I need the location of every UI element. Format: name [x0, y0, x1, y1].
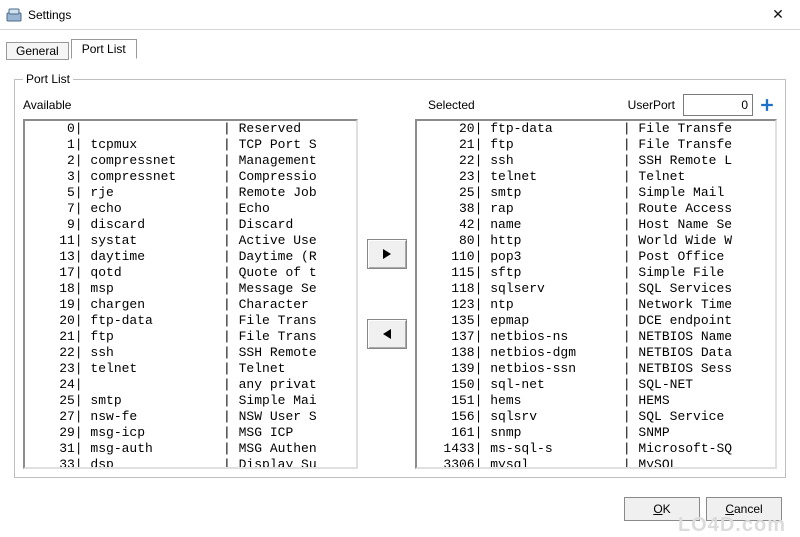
list-item[interactable]: 23| telnet | Telnet	[417, 169, 775, 185]
portlist-fieldset: Port List Available Selected UserPort 0|…	[14, 72, 786, 478]
list-item[interactable]: 123| ntp | Network Time	[417, 297, 775, 313]
cancel-button[interactable]: Cancel	[706, 497, 782, 521]
available-listbox[interactable]: 0| | Reserved 1| tcpmux | TCP Port S 2| …	[23, 119, 358, 469]
list-item[interactable]: 7| echo | Echo	[25, 201, 356, 217]
headers-row: Available Selected UserPort	[23, 94, 777, 116]
list-item[interactable]: 137| netbios-ns | NETBIOS Name	[417, 329, 775, 345]
add-to-selected-button[interactable]	[367, 239, 407, 269]
list-item[interactable]: 23| telnet | Telnet	[25, 361, 356, 377]
list-item[interactable]: 21| ftp | File Transfe	[417, 137, 775, 153]
list-item[interactable]: 139| netbios-ssn | NETBIOS Sess	[417, 361, 775, 377]
list-item[interactable]: 3| compressnet | Compressio	[25, 169, 356, 185]
list-item[interactable]: 9| discard | Discard	[25, 217, 356, 233]
list-item[interactable]: 21| ftp | File Trans	[25, 329, 356, 345]
list-item[interactable]: 20| ftp-data | File Transfe	[417, 121, 775, 137]
remove-from-selected-button[interactable]	[367, 319, 407, 349]
list-item[interactable]: 80| http | World Wide W	[417, 233, 775, 249]
list-item[interactable]: 11| systat | Active Use	[25, 233, 356, 249]
list-item[interactable]: 115| sftp | Simple File	[417, 265, 775, 281]
list-item[interactable]: 25| smtp | Simple Mail	[417, 185, 775, 201]
app-icon	[6, 7, 22, 23]
list-item[interactable]: 22| ssh | SSH Remote L	[417, 153, 775, 169]
list-item[interactable]: 17| qotd | Quote of t	[25, 265, 356, 281]
move-buttons	[364, 119, 409, 469]
list-item[interactable]: 0| | Reserved	[25, 121, 356, 137]
list-item[interactable]: 19| chargen | Character	[25, 297, 356, 313]
list-item[interactable]: 22| ssh | SSH Remote	[25, 345, 356, 361]
userport-label: UserPort	[628, 98, 675, 112]
userport-input[interactable]	[683, 94, 753, 116]
available-header: Available	[23, 98, 368, 112]
list-item[interactable]: 38| rap | Route Access	[417, 201, 775, 217]
list-item[interactable]: 18| msp | Message Se	[25, 281, 356, 297]
list-item[interactable]: 24| | any privat	[25, 377, 356, 393]
list-item[interactable]: 27| nsw-fe | NSW User S	[25, 409, 356, 425]
list-item[interactable]: 5| rje | Remote Job	[25, 185, 356, 201]
list-item[interactable]: 13| daytime | Daytime (R	[25, 249, 356, 265]
list-item[interactable]: 161| snmp | SNMP	[417, 425, 775, 441]
selected-listbox[interactable]: 20| ftp-data | File Transfe 21| ftp | Fi…	[415, 119, 777, 469]
list-item[interactable]: 42| name | Host Name Se	[417, 217, 775, 233]
ok-button[interactable]: OK	[624, 497, 700, 521]
list-item[interactable]: 3306| mysql | MySQL	[417, 457, 775, 469]
list-item[interactable]: 31| msg-auth | MSG Authen	[25, 441, 356, 457]
tab-port-list[interactable]: Port List	[71, 39, 137, 59]
list-item[interactable]: 29| msg-icp | MSG ICP	[25, 425, 356, 441]
window-title: Settings	[28, 8, 756, 22]
titlebar: Settings ✕	[0, 0, 800, 30]
userport-add-button[interactable]	[757, 95, 777, 115]
list-item[interactable]: 25| smtp | Simple Mai	[25, 393, 356, 409]
list-item[interactable]: 151| hems | HEMS	[417, 393, 775, 409]
list-item[interactable]: 2| compressnet | Management	[25, 153, 356, 169]
tabstrip: General Port List	[0, 30, 800, 58]
list-item[interactable]: 1433| ms-sql-s | Microsoft-SQ	[417, 441, 775, 457]
list-item[interactable]: 110| pop3 | Post Office	[417, 249, 775, 265]
list-item[interactable]: 33| dsp | Display Su	[25, 457, 356, 469]
selected-header: Selected	[368, 98, 628, 112]
list-item[interactable]: 138| netbios-dgm | NETBIOS Data	[417, 345, 775, 361]
list-item[interactable]: 118| sqlserv | SQL Services	[417, 281, 775, 297]
list-item[interactable]: 1| tcpmux | TCP Port S	[25, 137, 356, 153]
list-item[interactable]: 135| epmap | DCE endpoint	[417, 313, 775, 329]
fieldset-legend: Port List	[23, 72, 73, 86]
list-item[interactable]: 156| sqlsrv | SQL Service	[417, 409, 775, 425]
tab-general[interactable]: General	[6, 42, 69, 60]
list-item[interactable]: 20| ftp-data | File Trans	[25, 313, 356, 329]
close-button[interactable]: ✕	[756, 1, 800, 29]
list-item[interactable]: 150| sql-net | SQL-NET	[417, 377, 775, 393]
